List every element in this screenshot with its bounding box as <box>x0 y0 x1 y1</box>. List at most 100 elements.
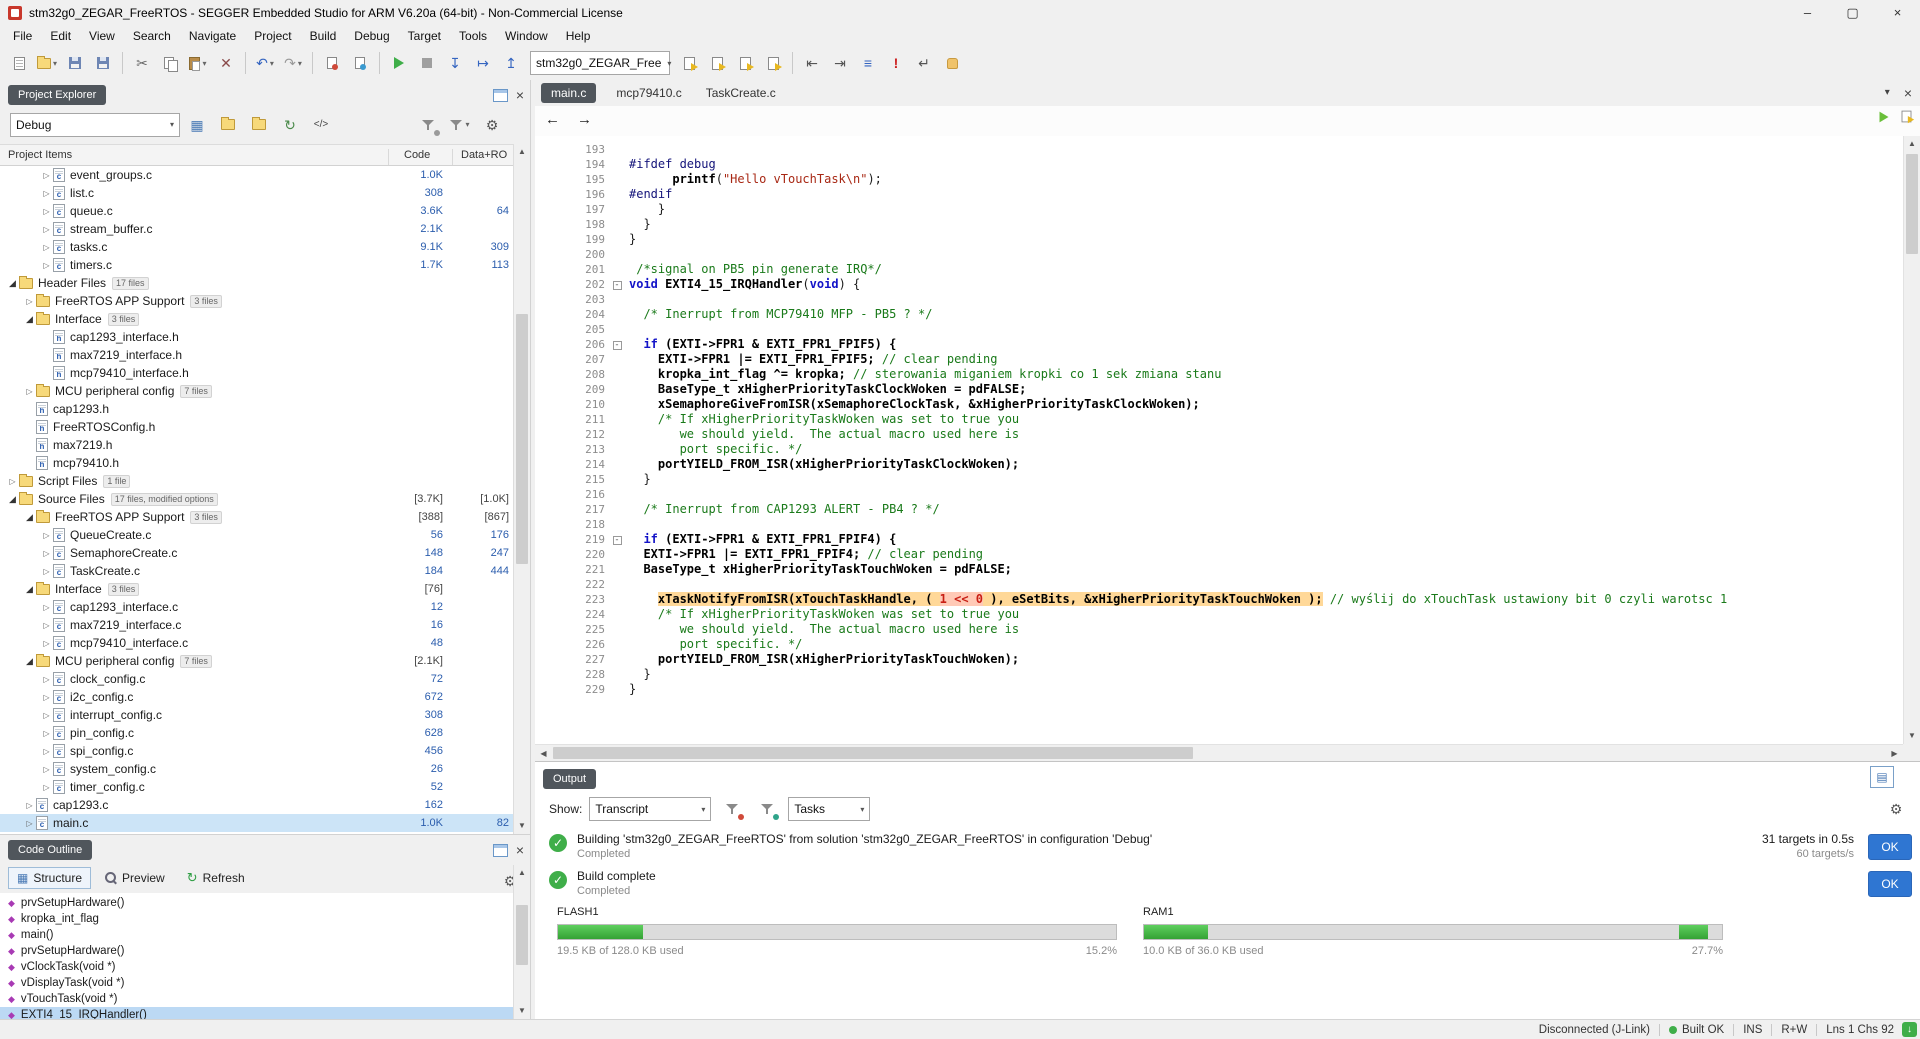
outline-scroll-down-icon[interactable]: ▼ <box>514 1003 530 1019</box>
code-line[interactable]: 208 kropka_int_flag ^= kropka; // sterow… <box>535 367 1903 382</box>
scroll-thumb[interactable] <box>516 314 528 564</box>
editor-vscroll-thumb[interactable] <box>1906 154 1918 254</box>
tree-row[interactable]: ▷ c list.c 308 <box>0 184 514 202</box>
scroll-up-icon[interactable]: ▲ <box>514 144 530 160</box>
tree-row[interactable]: ▷ c i2c_config.c 672 <box>0 688 514 706</box>
panel-tab-output[interactable]: Output <box>543 769 597 789</box>
menu-help[interactable]: Help <box>557 27 600 45</box>
refresh-icon[interactable]: ↻ <box>277 112 303 138</box>
menu-file[interactable]: File <box>4 27 41 45</box>
tree-row[interactable]: ▷ c stream_buffer.c 2.1K <box>0 220 514 238</box>
ok-button[interactable]: OK <box>1868 834 1912 860</box>
tree-row[interactable]: ▷ c QueueCreate.c 56 176 <box>0 526 514 544</box>
outline-item[interactable]: ◆ EXTI4_15_IRQHandler() <box>0 1007 514 1019</box>
tree-row[interactable]: ▷ FreeRTOS APP Support 3 files <box>0 292 514 310</box>
tab-main-c[interactable]: main.c <box>541 83 597 103</box>
tree-row[interactable]: ▷ c SemaphoreCreate.c 148 247 <box>0 544 514 562</box>
tree-expand-icon[interactable]: ▷ <box>40 189 53 198</box>
code-line[interactable]: 226 port specific. */ <box>535 637 1903 652</box>
code-line[interactable]: 213 port specific. */ <box>535 442 1903 457</box>
explorer-gear-icon[interactable]: ⚙ <box>479 112 505 138</box>
outdent-icon[interactable]: ⇤ <box>799 50 825 76</box>
tab-preview[interactable]: Preview <box>95 867 174 889</box>
column-header-data[interactable]: Data+RO <box>461 149 507 161</box>
tree-expand-icon[interactable]: ▷ <box>40 783 53 792</box>
edit-filter-icon[interactable] <box>415 112 441 138</box>
code-area[interactable]: 193 194 #ifdef debug 195 printf("Hello vTou… <box>535 136 1903 744</box>
tree-row[interactable]: ▷ c pin_config.c 628 <box>0 724 514 742</box>
tree-collapse-icon[interactable]: ◢ <box>23 512 36 523</box>
editor-scroll-left-icon[interactable]: ◀ <box>535 745 552 761</box>
indent-icon[interactable]: ⇥ <box>827 50 853 76</box>
tree-expand-icon[interactable]: ▷ <box>40 225 53 234</box>
outline-item[interactable]: ◆ vClockTask(void *) <box>0 959 514 975</box>
configuration-selector[interactable]: Debug ▾ <box>10 112 180 137</box>
tree-expand-icon[interactable]: ▷ <box>23 387 36 396</box>
editor-hscrollbar[interactable]: ◀ ▶ <box>535 744 1903 761</box>
code-line[interactable]: 197 } <box>535 202 1903 217</box>
code-line[interactable]: 221 BaseType_t xHigherPriorityTaskTouchW… <box>535 562 1903 577</box>
tree-expand-icon[interactable]: ▷ <box>40 639 53 648</box>
new-folder-icon[interactable] <box>215 112 241 138</box>
editor-hscroll-thumb[interactable] <box>553 747 1193 759</box>
tree-row[interactable]: h mcp79410_interface.h <box>0 364 514 382</box>
code-line[interactable]: 203 <box>535 292 1903 307</box>
code-line[interactable]: 222 <box>535 577 1903 592</box>
tree-expand-icon[interactable]: ▷ <box>40 711 53 720</box>
menu-navigate[interactable]: Navigate <box>180 27 245 45</box>
delete-icon[interactable]: ✕ <box>213 50 239 76</box>
filter-add-icon[interactable] <box>754 796 780 822</box>
tree-expand-icon[interactable]: ▷ <box>23 819 36 828</box>
menu-window[interactable]: Window <box>496 27 557 45</box>
code-line[interactable]: 212 we should yield. The actual macro us… <box>535 427 1903 442</box>
panel-tab-code-outline[interactable]: Code Outline <box>8 840 93 860</box>
tab-list-icon[interactable]: ▾ <box>1885 88 1890 98</box>
code-line[interactable]: 198 } <box>535 217 1903 232</box>
tree-row[interactable]: ▷ c max7219_interface.c 16 <box>0 616 514 634</box>
tree-row[interactable]: ▷ c mcp79410_interface.c 48 <box>0 634 514 652</box>
step-into-icon[interactable]: ↧ <box>442 50 468 76</box>
tree-row[interactable]: ▷ c interrupt_config.c 308 <box>0 706 514 724</box>
tree-expand-icon[interactable]: ▷ <box>40 549 53 558</box>
scroll-down-icon[interactable]: ▼ <box>514 818 530 834</box>
code-line[interactable]: 209 BaseType_t xHigherPriorityTaskClockW… <box>535 382 1903 397</box>
tree-row[interactable]: ◢ MCU peripheral config 7 files [2.1K] <box>0 652 514 670</box>
outline-scrollbar[interactable]: ▲ ▼ <box>513 865 530 1019</box>
editor-scroll-down-icon[interactable]: ▼ <box>1904 728 1920 744</box>
tree-expand-icon[interactable]: ▷ <box>40 243 53 252</box>
panel-tab-project-explorer[interactable]: Project Explorer <box>8 85 107 105</box>
code-line[interactable]: 227 portYIELD_FROM_ISR(xHigherPriorityTa… <box>535 652 1903 667</box>
tree-scrollbar[interactable]: ▲ ▼ <box>513 144 530 834</box>
tree-row[interactable]: ▷ c queue.c 3.6K 64 <box>0 202 514 220</box>
tree-expand-icon[interactable]: ▷ <box>40 261 53 270</box>
nav-forward-icon[interactable]: → <box>577 111 592 128</box>
fold-toggle-icon[interactable]: - <box>605 532 629 547</box>
close-outline-icon[interactable]: × <box>516 843 524 857</box>
clear-bookmarks-icon[interactable] <box>347 50 373 76</box>
tree-row[interactable]: ▷ c timer_config.c 52 <box>0 778 514 796</box>
code-line[interactable]: 204 /* Inerrupt from MCP79410 MFP - PB5 … <box>535 307 1903 322</box>
editor-vscrollbar[interactable]: ▲ ▼ <box>1903 136 1920 744</box>
code-line[interactable]: 214 portYIELD_FROM_ISR(xHigherPriorityTa… <box>535 457 1903 472</box>
add-files-icon[interactable] <box>246 112 272 138</box>
ok-button[interactable]: OK <box>1868 871 1912 897</box>
outline-panel-icon[interactable] <box>492 843 508 857</box>
column-header-project-items[interactable]: Project Items <box>8 149 72 161</box>
tree-expand-icon[interactable]: ▷ <box>40 675 53 684</box>
menu-edit[interactable]: Edit <box>41 27 80 45</box>
tree-row[interactable]: ▷ c main.c 1.0K 82 <box>0 814 514 832</box>
tree-row[interactable]: ◢ Source Files 17 files, modified options [… <box>0 490 514 508</box>
outline-item[interactable]: ◆ main() <box>0 927 514 943</box>
tree-expand-icon[interactable]: ▷ <box>23 801 36 810</box>
tree-row[interactable]: ▷ c spi_config.c 456 <box>0 742 514 760</box>
nav-back-icon[interactable]: ← <box>545 111 560 128</box>
save-icon[interactable] <box>62 50 88 76</box>
column-header-code[interactable]: Code <box>404 149 430 161</box>
code-line[interactable]: 229} <box>535 682 1903 697</box>
tree-expand-icon[interactable]: ▷ <box>40 207 53 216</box>
tasks-selector[interactable]: Tasks ▾ <box>788 797 871 821</box>
code-line[interactable]: 194 #ifdef debug <box>535 157 1903 172</box>
code-line[interactable]: 225 we should yield. The actual macro us… <box>535 622 1903 637</box>
split-view-icon[interactable] <box>1901 110 1915 124</box>
minimize-button[interactable]: – <box>1785 0 1830 25</box>
